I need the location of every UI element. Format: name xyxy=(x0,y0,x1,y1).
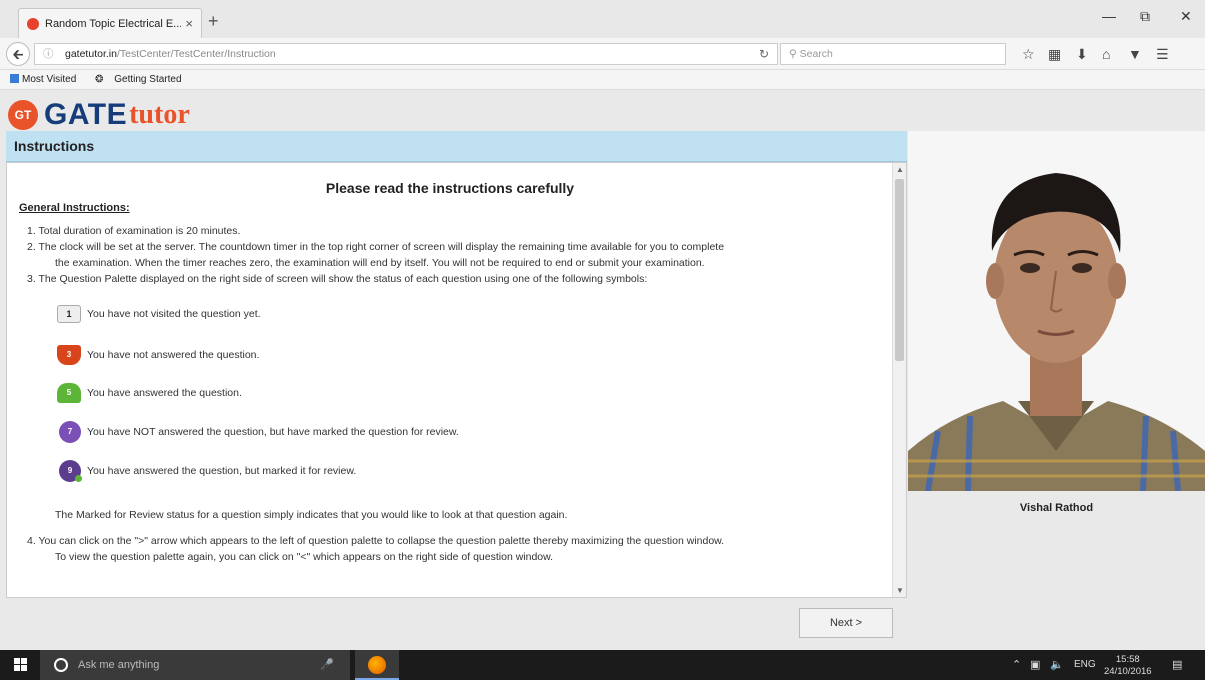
pocket-icon[interactable]: ▼ xyxy=(1128,46,1142,62)
reload-icon[interactable]: ↻ xyxy=(759,44,769,64)
instruction-item-2b: the examination. When the timer reaches … xyxy=(55,257,705,269)
instructions-heading: Please read the instructions carefully xyxy=(325,180,575,196)
cortana-placeholder: Ask me anything xyxy=(78,659,160,671)
action-center-icon[interactable]: ▤ xyxy=(1172,650,1182,680)
candidate-photo xyxy=(908,131,1205,491)
symbol-answered: 5 You have answered the question. xyxy=(57,383,242,403)
candidate-portrait-image xyxy=(908,131,1205,491)
symbol-marked-review: 7 You have NOT answered the question, bu… xyxy=(59,421,459,443)
clock-date: 24/10/2016 xyxy=(1104,666,1152,677)
instruction-item-2a: 2. The clock will be set at the server. … xyxy=(27,241,725,253)
instructions-header: Instructions xyxy=(6,131,907,162)
logo-gate-text: GATE xyxy=(44,98,128,131)
firefox-taskbar-icon xyxy=(368,656,386,674)
not-visited-badge-icon: 1 xyxy=(57,305,81,323)
instructions-scrollbar[interactable]: ▲ ▼ xyxy=(892,163,906,597)
windows-taskbar: Ask me anything 🎤 ⌃ ▣ 🔈 ENG 15:58 24/10/… xyxy=(0,650,1205,680)
page-body: GT GATE tutor Instructions Please read t… xyxy=(0,90,1205,650)
instruction-item-4a: 4. You can click on the ">" arrow which … xyxy=(27,535,725,547)
browser-tab[interactable]: Random Topic Electrical E... × xyxy=(18,8,202,38)
network-icon[interactable]: ▣ xyxy=(1030,650,1040,680)
tray-chevron-icon[interactable]: ⌃ xyxy=(1012,650,1021,680)
instruction-item-4b: To view the question palette again, you … xyxy=(55,551,554,563)
review-note: The Marked for Review status for a quest… xyxy=(55,509,568,521)
instructions-footer: Next > xyxy=(6,598,907,650)
bookmarks-bar: Most Visited ❂ Getting Started xyxy=(0,70,1205,90)
symbol-not-visited: 1 You have not visited the question yet. xyxy=(57,305,261,323)
symbol-text: You have NOT answered the question, but … xyxy=(87,426,459,438)
url-bar[interactable]: ⓘ gatetutor.in/TestCenter/TestCenter/Ins… xyxy=(34,43,778,65)
marked-review-badge-icon: 7 xyxy=(59,421,81,443)
firefox-icon: ❂ xyxy=(95,74,104,85)
microphone-icon[interactable]: 🎤 xyxy=(320,650,334,680)
symbol-text: You have not answered the question. xyxy=(87,349,260,361)
not-answered-badge-icon: 3 xyxy=(57,345,81,365)
new-tab-button[interactable]: + xyxy=(208,11,219,32)
browser-nav-bar: 🡰 ⓘ gatetutor.in/TestCenter/TestCenter/I… xyxy=(0,38,1205,70)
general-instructions-title: General Instructions: xyxy=(19,202,130,214)
tab-title: Random Topic Electrical E... xyxy=(45,17,182,30)
search-placeholder: Search xyxy=(799,48,833,60)
tab-close-icon[interactable]: × xyxy=(185,16,193,31)
browser-tab-bar: Random Topic Electrical E... × + — ⧉ ✕ xyxy=(0,0,1205,38)
site-favicon-icon xyxy=(27,17,39,30)
scroll-up-icon[interactable]: ▲ xyxy=(893,165,906,174)
home-icon[interactable]: ⌂ xyxy=(1102,46,1110,62)
url-host: gatetutor.in xyxy=(65,48,117,60)
symbol-text: You have answered the question, but mark… xyxy=(87,465,357,477)
symbol-text: You have not visited the question yet. xyxy=(87,308,261,320)
bookmark-most-visited[interactable]: Most Visited xyxy=(10,74,84,85)
url-path: /TestCenter/TestCenter/Instruction xyxy=(116,48,276,60)
maximize-icon[interactable]: ⧉ xyxy=(1140,8,1150,25)
answered-marked-badge-icon: 9 xyxy=(59,460,82,482)
search-icon: ⚲ xyxy=(789,48,797,60)
instruction-item-3: 3. The Question Palette displayed on the… xyxy=(27,273,648,285)
clock[interactable]: 15:58 24/10/2016 xyxy=(1104,654,1152,678)
symbol-answered-marked: 9 You have answered the question, but ma… xyxy=(59,460,356,482)
scrollbar-thumb[interactable] xyxy=(895,179,904,361)
downloads-icon[interactable]: ⬇ xyxy=(1076,46,1088,63)
info-icon[interactable]: ⓘ xyxy=(43,44,54,64)
cortana-icon xyxy=(54,658,68,672)
bookmark-getting-started[interactable]: ❂ Getting Started xyxy=(95,74,189,85)
logo-tutor-text: tutor xyxy=(129,99,190,130)
bookmark-star-icon[interactable]: ☆ xyxy=(1022,46,1035,63)
menu-icon[interactable]: ☰ xyxy=(1156,46,1169,63)
bookmark-folder-icon xyxy=(10,74,19,83)
minimize-icon[interactable]: — xyxy=(1102,8,1116,24)
close-window-icon[interactable]: ✕ xyxy=(1180,8,1192,25)
next-button[interactable]: Next > xyxy=(799,608,893,638)
instructions-panel: Please read the instructions carefully G… xyxy=(6,162,907,598)
language-indicator[interactable]: ENG xyxy=(1074,650,1096,680)
cortana-search-box[interactable]: Ask me anything 🎤 xyxy=(40,650,350,680)
taskbar-firefox-button[interactable] xyxy=(355,650,399,680)
answered-badge-icon: 5 xyxy=(57,383,81,403)
candidate-name: Vishal Rathod xyxy=(1019,502,1094,514)
symbol-text: You have answered the question. xyxy=(87,387,242,399)
reading-list-icon[interactable]: ▦ xyxy=(1048,46,1061,63)
logo-badge: GT xyxy=(8,100,38,130)
search-input[interactable]: ⚲ Search xyxy=(780,43,1006,65)
instruction-item-1: 1. Total duration of examination is 20 m… xyxy=(27,225,241,237)
back-button[interactable]: 🡰 xyxy=(6,42,30,66)
gatetutor-logo: GT GATE tutor xyxy=(8,98,190,132)
symbol-not-answered: 3 You have not answered the question. xyxy=(57,345,259,365)
windows-start-icon[interactable] xyxy=(14,658,28,672)
scroll-down-icon[interactable]: ▼ xyxy=(893,586,906,595)
volume-icon[interactable]: 🔈 xyxy=(1050,650,1064,680)
clock-time: 15:58 xyxy=(1115,654,1140,665)
